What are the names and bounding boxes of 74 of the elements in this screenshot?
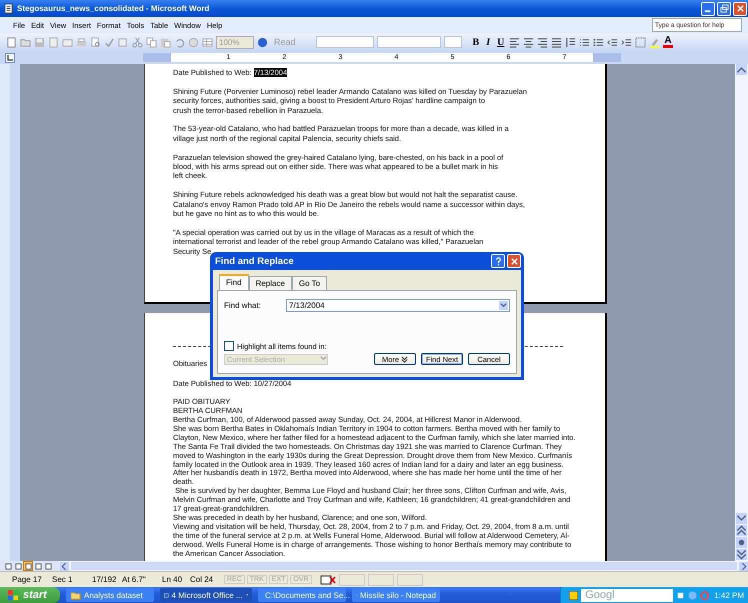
restore-button[interactable] [717,2,731,16]
view-button[interactable] [44,562,52,570]
status-panel [368,574,394,586]
minimize-button[interactable] [701,2,715,16]
dialog-tab[interactable]: Replace [248,276,292,291]
align-center-icon[interactable] [523,36,534,48]
status-text: Page 17 [12,575,43,584]
dialog-title: Find and Replace [214,256,294,266]
taskbar-button[interactable]: Missile silo - Notepad [352,588,440,602]
view-button[interactable] [4,562,12,570]
folder-icon [70,590,81,600]
scroll-right-arrow-icon[interactable] [739,562,748,570]
print-icon[interactable] [76,36,87,48]
justify-icon[interactable] [551,36,562,48]
align-left-icon[interactable] [509,36,520,48]
new-document-icon[interactable] [6,36,17,48]
status-text: Col 24 [190,575,214,584]
dialog-tab[interactable]: Find [219,274,249,291]
font-color-button[interactable]: A [663,36,673,48]
undo-icon[interactable] [174,36,185,48]
spelling-status-icon[interactable] [320,574,336,584]
status-text: Ln 40 [162,575,184,584]
spelling-icon[interactable] [104,36,115,48]
close-icon [736,4,744,13]
status-text: 17/192 [92,575,118,584]
border-icon[interactable] [635,36,646,48]
next-page-icon[interactable] [736,549,747,560]
view-button[interactable] [14,562,22,570]
vertical-scrollbar[interactable] [735,64,748,561]
increase-indent-icon[interactable] [621,36,632,48]
close-button[interactable] [733,2,747,16]
close-icon [510,256,518,266]
scroll-down-arrow-icon[interactable] [736,513,747,524]
tab-selector-icon[interactable] [5,52,15,62]
dialog-tab[interactable]: Go To [292,276,328,291]
status-text: At 6.7" [122,575,147,584]
restore-icon [720,4,728,13]
numbering-icon[interactable] [579,36,590,48]
cut-icon[interactable] [132,36,143,48]
clock: 1:42 PM [714,590,744,600]
table-icon[interactable] [202,36,213,48]
browse-object-icon[interactable] [736,537,747,548]
status-panel [338,574,365,586]
taskbar-button[interactable]: Analysts dataset [66,588,154,602]
document-icon [3,3,14,14]
status-text: Sec 1 [52,575,74,584]
format-button[interactable]: B [470,36,482,48]
copy-icon[interactable] [146,36,157,48]
help-button[interactable] [491,254,505,268]
find-field[interactable]: 7/13/2004 [286,299,510,312]
scroll-up-arrow-icon[interactable] [736,64,747,75]
close-button[interactable] [507,254,521,268]
status-panel [396,574,423,586]
taskbar-button[interactable]: 4 Microsoft Office ... [160,588,252,602]
question-icon [494,256,502,266]
align-right-icon[interactable] [537,36,548,48]
bullets-icon[interactable] [593,36,604,48]
line-spacing-icon[interactable] [565,36,576,48]
open-folder-icon[interactable] [20,36,31,48]
format-button[interactable]: I [484,36,492,48]
paste-icon[interactable] [160,36,171,48]
view-button[interactable] [24,562,32,570]
find-label: Find what: [224,301,262,310]
previous-page-icon[interactable] [736,525,747,536]
window-title: Stegosaurus_news_consolidated - Microsoft Word [17,4,210,13]
format-button[interactable]: U [495,36,506,48]
horizontal-scrollbar[interactable] [60,561,748,571]
print-preview-icon[interactable] [90,36,101,48]
view-button[interactable] [34,562,42,570]
decrease-indent-icon[interactable] [607,36,618,48]
highlight-checkbox[interactable] [224,341,234,351]
double-chevron-icon [401,356,408,362]
windows-flag-icon [8,590,19,600]
scroll-left-arrow-icon[interactable] [60,562,69,570]
